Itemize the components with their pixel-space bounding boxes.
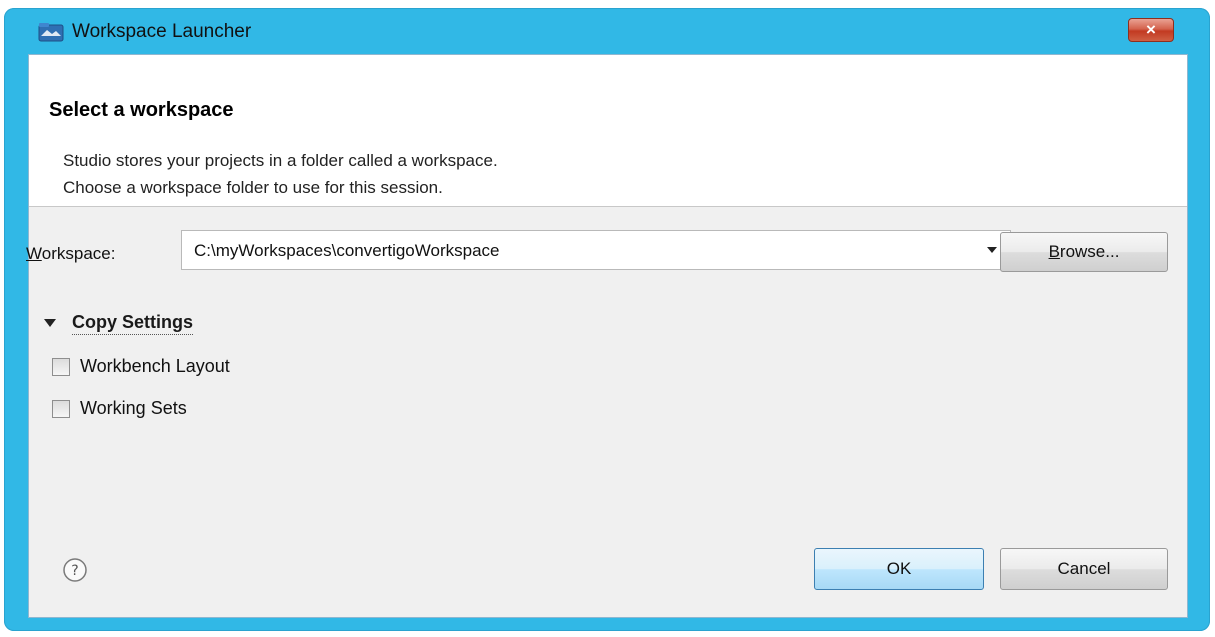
workspace-label-text: orkspace: bbox=[41, 244, 116, 263]
window-title: Workspace Launcher bbox=[72, 21, 252, 42]
browse-button-text: rowse... bbox=[1059, 242, 1120, 261]
workbench-layout-label[interactable]: Workbench Layout bbox=[80, 356, 230, 377]
help-question-icon[interactable]: ? bbox=[62, 557, 88, 583]
browse-button[interactable]: Browse... bbox=[1000, 232, 1168, 272]
browse-button-mnemonic: B bbox=[1048, 242, 1060, 261]
workbench-layout-checkbox[interactable] bbox=[52, 358, 70, 376]
svg-text:?: ? bbox=[71, 563, 78, 579]
dialog-client-area: Select a workspace Studio stores your pr… bbox=[28, 54, 1188, 618]
header-description-line2: Choose a workspace folder to use for thi… bbox=[63, 178, 443, 197]
copy-settings-label[interactable]: Copy Settings bbox=[72, 312, 194, 335]
close-button[interactable]: × bbox=[1128, 18, 1174, 42]
chevron-down-icon[interactable] bbox=[982, 242, 1002, 258]
workspace-label: Workspace: bbox=[26, 244, 115, 264]
ok-button[interactable]: OK bbox=[814, 548, 984, 590]
header-title: Select a workspace bbox=[49, 99, 234, 121]
workspace-path-value[interactable]: C:\myWorkspaces\convertigoWorkspace bbox=[194, 241, 499, 261]
working-sets-checkbox[interactable] bbox=[52, 400, 70, 418]
triangle-down-icon[interactable] bbox=[44, 318, 56, 328]
workspace-combo-input[interactable]: C:\myWorkspaces\convertigoWorkspace bbox=[181, 230, 1011, 270]
workspace-label-mnemonic: W bbox=[26, 244, 42, 263]
working-sets-label[interactable]: Working Sets bbox=[80, 398, 187, 419]
cancel-button[interactable]: Cancel bbox=[1000, 548, 1168, 590]
eclipse-folder-icon bbox=[38, 23, 64, 42]
title-bar[interactable]: Workspace Launcher × bbox=[4, 8, 1210, 54]
header-description-line1: Studio stores your projects in a folder … bbox=[63, 151, 498, 170]
dialog-header: Select a workspace Studio stores your pr… bbox=[29, 55, 1187, 207]
